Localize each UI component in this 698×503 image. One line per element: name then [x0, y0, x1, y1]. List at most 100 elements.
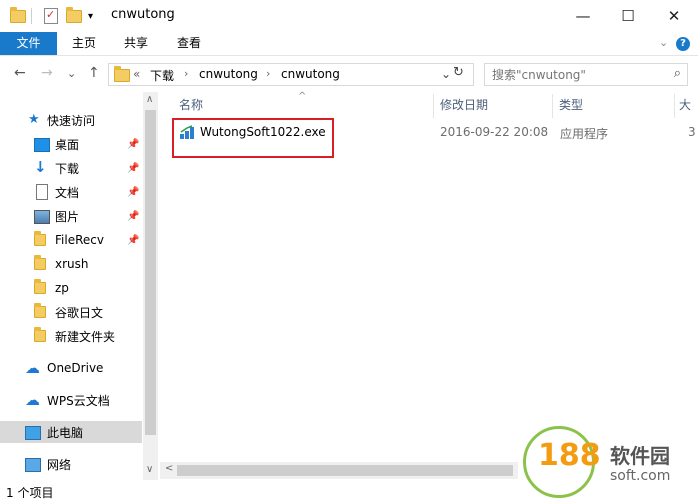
sort-indicator-icon: ^ [298, 91, 307, 102]
sidebar-item-new-folder[interactable]: 新建文件夹 [0, 325, 142, 347]
sidebar-item-label: xrush [55, 257, 89, 271]
sidebar-item-downloads[interactable]: ↓ 下载 📌 [0, 157, 142, 179]
up-button[interactable]: ↑ [88, 65, 100, 81]
folder-icon [114, 66, 130, 82]
recent-locations-button[interactable]: ⌄ [67, 67, 76, 80]
sidebar-item-network[interactable]: 网络 [0, 453, 142, 475]
file-type: 应用程序 [560, 127, 609, 141]
breadcrumb-cnwutong-current[interactable]: cnwutong [281, 67, 340, 81]
address-bar[interactable]: « 下载 › cnwutong › cnwutong ⌄ [108, 63, 474, 86]
column-header-type[interactable]: 类型 [559, 92, 583, 119]
sidebar-item-quick-access[interactable]: ★ 快速访问 [0, 109, 142, 131]
title-bar: ▾ cnwutong — ☐ ✕ [0, 0, 698, 32]
scroll-left-icon[interactable]: < [165, 463, 173, 474]
folder-icon [34, 279, 50, 296]
folder-icon [34, 231, 50, 248]
scrollbar-thumb[interactable] [177, 465, 513, 476]
properties-icon[interactable] [44, 7, 58, 25]
search-box[interactable]: ⌕ [484, 63, 688, 86]
breadcrumb-separator[interactable]: › [184, 67, 188, 80]
sidebar-item-label: 文档 [55, 185, 80, 200]
cloud-icon: ☁ [25, 359, 40, 377]
sidebar-item-label: 新建文件夹 [55, 329, 116, 344]
wps-cloud-icon: ☁ [25, 391, 40, 409]
navigation-scrollbar[interactable]: ∧ ∨ [143, 92, 158, 480]
breadcrumb-cnwutong[interactable]: cnwutong [199, 67, 258, 81]
customize-quick-access-icon[interactable]: ▾ [88, 7, 93, 25]
sidebar-item-label: FileRecv [55, 233, 104, 247]
tab-view[interactable]: 查看 [165, 32, 213, 55]
separator [31, 7, 32, 25]
sidebar-item-label: zp [55, 281, 69, 295]
ribbon-tabs: 文件 主页 共享 查看 ⌄ ? [0, 32, 698, 56]
expand-ribbon-icon[interactable]: ⌄ [659, 36, 668, 49]
address-dropdown-icon[interactable]: ⌄ [441, 67, 451, 81]
folder-icon [34, 255, 50, 272]
column-divider[interactable] [674, 94, 675, 118]
watermark-name: 软件园 [610, 444, 670, 468]
folder-icon [34, 327, 50, 344]
sidebar-item-label: 网络 [47, 457, 72, 472]
pin-icon[interactable]: 📌 [127, 235, 139, 246]
folder-icon [34, 303, 50, 320]
column-header-size[interactable]: 大小 [679, 92, 698, 119]
watermark-logo: 188 软件园 soft.com [518, 420, 698, 503]
column-header-modified[interactable]: 修改日期 [440, 92, 488, 119]
new-folder-icon[interactable] [66, 6, 82, 25]
column-header-name[interactable]: 名称 [179, 92, 203, 119]
breadcrumb-overflow[interactable]: « [133, 67, 140, 81]
sidebar-item-pictures[interactable]: 图片 📌 [0, 205, 142, 227]
sidebar-item-zp[interactable]: zp [0, 277, 142, 299]
window-title: cnwutong [111, 7, 175, 22]
breadcrumb-separator[interactable]: › [266, 67, 270, 80]
tab-file[interactable]: 文件 [0, 32, 57, 55]
maximize-button[interactable]: ☐ [605, 0, 651, 31]
sidebar-item-wps-cloud[interactable]: ☁ WPS云文档 [0, 389, 142, 411]
sidebar-item-onedrive[interactable]: ☁ OneDrive [0, 357, 142, 379]
sidebar-item-label: 桌面 [55, 137, 80, 152]
horizontal-scrollbar[interactable]: < [160, 462, 518, 479]
sidebar-item-label: 快速访问 [47, 113, 96, 128]
address-row: ← → ⌄ ↑ « 下载 › cnwutong › cnwutong ⌄ ↻ ⌕ [0, 57, 698, 92]
sidebar-item-label: 下载 [55, 161, 80, 176]
forward-button[interactable]: → [41, 65, 53, 81]
pin-icon[interactable]: 📌 [127, 211, 139, 222]
sidebar-item-this-pc[interactable]: 此电脑 [0, 421, 142, 443]
search-input[interactable] [485, 64, 660, 85]
search-icon[interactable]: ⌕ [674, 66, 681, 81]
download-icon: ↓ [34, 158, 47, 176]
tab-home[interactable]: 主页 [60, 32, 108, 55]
sidebar-item-desktop[interactable]: 桌面 📌 [0, 133, 142, 155]
help-icon[interactable]: ? [676, 37, 690, 51]
close-button[interactable]: ✕ [651, 0, 697, 31]
scrollbar-thumb[interactable] [145, 110, 156, 435]
sidebar-item-documents[interactable]: 文档 📌 [0, 181, 142, 203]
sidebar-item-label: 此电脑 [47, 425, 84, 440]
file-modified: 2016-09-22 20:08 [440, 125, 549, 139]
refresh-button[interactable]: ↻ [453, 65, 464, 80]
scroll-down-icon[interactable]: ∨ [146, 464, 153, 475]
tab-share[interactable]: 共享 [112, 32, 160, 55]
sidebar-item-xrush[interactable]: xrush [0, 253, 142, 275]
watermark-number: 188 [538, 438, 601, 473]
star-icon: ★ [28, 112, 40, 127]
item-count: 1 个项目 [6, 486, 54, 500]
sidebar-item-label: 图片 [55, 209, 80, 224]
navigation-pane: ★ 快速访问 桌面 📌 ↓ 下载 📌 文档 📌 图片 📌 FileRecv 📌 … [0, 92, 158, 480]
pin-icon[interactable]: 📌 [127, 187, 139, 198]
pin-icon[interactable]: 📌 [127, 163, 139, 174]
scroll-up-icon[interactable]: ∧ [146, 94, 153, 105]
sidebar-item-filerecv[interactable]: FileRecv 📌 [0, 229, 142, 251]
sidebar-item-google-japanese[interactable]: 谷歌日文 [0, 301, 142, 323]
column-divider[interactable] [433, 94, 434, 118]
breadcrumb-downloads[interactable]: 下载 [150, 67, 174, 84]
sidebar-item-label: 谷歌日文 [55, 305, 104, 320]
document-icon [36, 184, 48, 200]
sidebar-item-label: OneDrive [47, 361, 104, 375]
desktop-icon [34, 138, 50, 152]
pin-icon[interactable]: 📌 [127, 139, 139, 150]
column-divider[interactable] [552, 94, 553, 118]
back-button[interactable]: ← [14, 65, 26, 81]
minimize-button[interactable]: — [560, 0, 606, 31]
folder-icon[interactable] [10, 6, 26, 25]
